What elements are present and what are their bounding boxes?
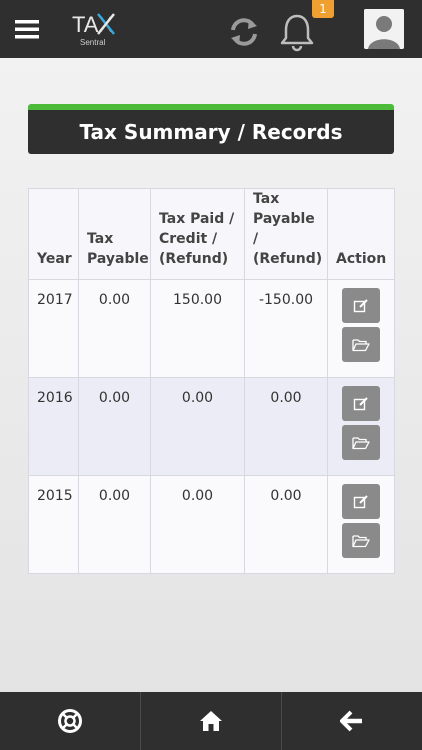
cell-year: 2015 (28, 475, 79, 574)
cell-year: 2016 (28, 377, 79, 476)
open-folder-button[interactable] (342, 327, 380, 362)
help-button[interactable] (0, 692, 141, 750)
column-header-tax-paid: Tax Paid / Credit / (Refund) (150, 188, 245, 280)
edit-icon (353, 298, 368, 312)
folder-open-icon (352, 534, 370, 547)
edit-icon (353, 494, 368, 508)
edit-button[interactable] (342, 386, 380, 421)
home-icon (200, 711, 222, 731)
folder-open-icon (352, 436, 370, 449)
column-header-tax-payable: Tax Payable (78, 188, 151, 280)
cell-tax-payable: 0.00 (78, 475, 151, 574)
logo-subtitle: Sentral (80, 38, 106, 47)
bottom-nav (0, 692, 422, 750)
cell-balance: 0.00 (244, 377, 328, 476)
column-header-balance: Tax Payable / (Refund) (244, 188, 328, 280)
cell-actions (327, 279, 395, 378)
cell-tax-payable: 0.00 (78, 279, 151, 378)
menu-button[interactable] (10, 12, 44, 46)
tax-records-table: Year Tax Payable Tax Paid / Credit / (Re… (28, 188, 395, 574)
column-header-year: Year (28, 188, 79, 280)
page-title: Tax Summary / Records (79, 120, 343, 144)
page-title-card: Tax Summary / Records (28, 104, 394, 154)
table-row: 2015 0.00 0.00 0.00 (28, 475, 395, 574)
lifebuoy-icon (58, 709, 82, 733)
cell-actions (327, 475, 395, 574)
cell-tax-paid: 0.00 (150, 475, 245, 574)
column-header-action: Action (327, 188, 395, 280)
cell-balance: 0.00 (244, 475, 328, 574)
user-avatar[interactable] (364, 9, 404, 49)
notifications-button[interactable] (278, 12, 316, 52)
user-icon (364, 9, 404, 49)
cell-tax-paid: 150.00 (150, 279, 245, 378)
cell-tax-paid: 0.00 (150, 377, 245, 476)
cell-balance: -150.00 (244, 279, 328, 378)
top-bar: TAX Sentral 1 (0, 0, 422, 58)
cell-tax-payable: 0.00 (78, 377, 151, 476)
sync-icon (231, 18, 257, 46)
notification-badge: 1 (312, 0, 334, 18)
back-arrow-icon (340, 710, 362, 732)
back-button[interactable] (282, 692, 422, 750)
folder-open-icon (352, 338, 370, 351)
hamburger-icon (15, 20, 39, 39)
edit-icon (353, 396, 368, 410)
open-folder-button[interactable] (342, 523, 380, 558)
sync-button[interactable] (226, 14, 262, 50)
table-row: 2016 0.00 0.00 0.00 (28, 377, 395, 476)
home-button[interactable] (141, 692, 282, 750)
open-folder-button[interactable] (342, 425, 380, 460)
table-row: 2017 0.00 150.00 -150.00 (28, 279, 395, 378)
table-header-row: Year Tax Payable Tax Paid / Credit / (Re… (28, 188, 395, 280)
cell-actions (327, 377, 395, 476)
edit-button[interactable] (342, 288, 380, 323)
cell-year: 2017 (28, 279, 79, 378)
bell-icon (280, 14, 314, 52)
edit-button[interactable] (342, 484, 380, 519)
